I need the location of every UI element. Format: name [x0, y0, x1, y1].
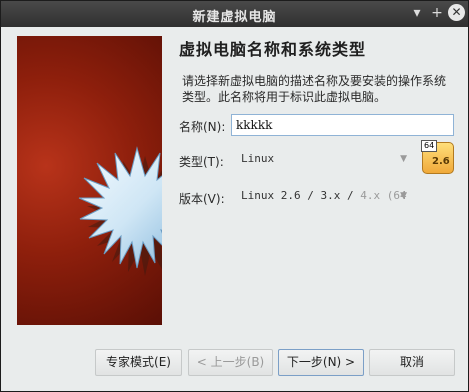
starburst-icon [78, 146, 162, 276]
minimize-icon[interactable]: ▾ [409, 5, 425, 21]
title-bar[interactable]: 新建虚拟电脑 ▾ + ✕ [1, 1, 468, 27]
name-input[interactable]: kkkkk [231, 114, 454, 136]
version-value: Linux 2.6 / 3.x / [241, 189, 361, 202]
type-value: Linux [241, 152, 275, 165]
version-label: 版本(V): [179, 192, 225, 206]
new-vm-dialog: 新建虚拟电脑 ▾ + ✕ 虚拟电脑名称和系统类型 请选择新虚拟电脑的描述名称及要… [0, 0, 469, 392]
version-combo[interactable]: Linux 2.6 / 3.x / 4.x (64 ▼ [241, 186, 407, 206]
window-title: 新建虚拟电脑 [192, 10, 277, 25]
close-icon[interactable]: ✕ [448, 4, 465, 21]
expert-mode-button[interactable]: 专家模式(E) [95, 349, 182, 376]
linux-os-icon: 64 2.6 [421, 140, 454, 174]
os-bits-badge: 64 [421, 140, 438, 152]
back-button[interactable]: < 上一步(B) [188, 349, 273, 376]
wizard-illustration [17, 36, 162, 325]
cancel-button[interactable]: 取消 [369, 349, 455, 376]
os-version-badge: 2.6 [432, 156, 450, 167]
maximize-icon[interactable]: + [429, 5, 445, 21]
page-description: 请选择新虚拟电脑的描述名称及要安装的操作系统类型。此名称将用于标识此虚拟电脑。 [182, 74, 447, 104]
type-combo[interactable]: Linux ▼ [241, 149, 407, 169]
next-button[interactable]: 下一步(N) > [278, 349, 364, 376]
page-title: 虚拟电脑名称和系统类型 [179, 40, 367, 59]
name-label: 名称(N): [179, 120, 226, 134]
chevron-down-icon: ▼ [400, 191, 407, 201]
type-label: 类型(T): [179, 155, 224, 169]
chevron-down-icon: ▼ [400, 154, 407, 164]
